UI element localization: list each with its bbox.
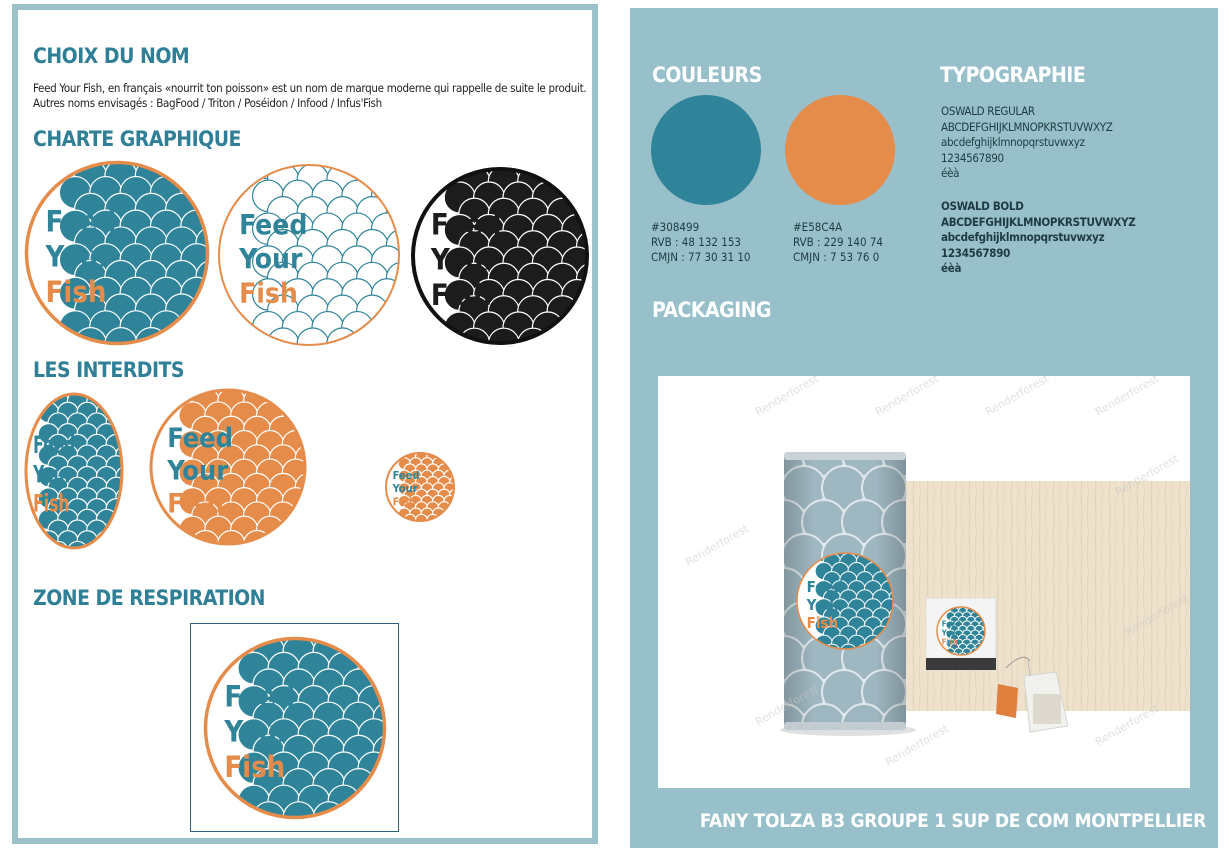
typo-bold-digits: 1234567890 <box>941 245 1010 260</box>
brand-guidelines-right-panel: COULEURS #308499 RVB : 48 132 153 CMJN :… <box>630 8 1218 848</box>
svg-text:Feed: Feed <box>33 431 75 459</box>
svg-text:Feed: Feed <box>46 204 117 238</box>
packaging-mockup-image: FeedYourFish FeedYourFish Renderforest Re… <box>683 376 1190 769</box>
svg-text:Fish: Fish <box>167 489 224 520</box>
svg-text:Your: Your <box>806 596 841 614</box>
color-orange-cmjn: CMJN : 7 53 76 0 <box>793 250 880 264</box>
svg-text:Your: Your <box>392 482 418 495</box>
swatch-teal <box>651 95 761 205</box>
color-info-teal: #308499 RVB : 48 132 153 CMJN : 77 30 31… <box>651 220 751 265</box>
svg-text:Feed: Feed <box>431 207 502 241</box>
typo-regular-upper: ABCDEFGHIJKLMNOPKRSTUVWXYZ <box>941 119 1113 134</box>
svg-text:Feed: Feed <box>393 469 420 482</box>
logo-forbidden-stretched: Feed Your Fish <box>23 391 125 555</box>
logo-teal-filled: Feed Your Fish <box>23 159 211 351</box>
svg-text:Your: Your <box>32 460 73 488</box>
svg-text:Feed: Feed <box>807 578 844 596</box>
choix-du-nom-heading: CHOIX DU NOM <box>33 44 190 68</box>
footer-credit: FANY TOLZA B3 GROUPE 1 SUP DE COM MONTPE… <box>699 810 1206 832</box>
svg-text:Renderforest: Renderforest <box>983 376 1051 419</box>
svg-text:Fish: Fish <box>224 750 285 784</box>
typo-bold-block: OSWALD BOLD ABCDEFGHIJKLMNOPKRSTUVWXYZ a… <box>941 199 1136 277</box>
typographie-heading: TYPOGRAPHIE <box>940 63 1086 87</box>
logo-teal-outline: Feed Your Fish <box>217 163 401 351</box>
typo-bold-lower: abcdefghijklmnopqrstuvwxyz <box>941 230 1105 244</box>
svg-text:Renderforest: Renderforest <box>753 376 821 419</box>
color-info-orange: #E58C4A RVB : 229 140 74 CMJN : 7 53 76 … <box>793 220 883 265</box>
charte-graphique-heading: CHARTE GRAPHIQUE <box>33 127 241 151</box>
logo-clear-space: Feed Your Fish <box>202 635 388 825</box>
svg-text:Feed: Feed <box>942 620 960 629</box>
svg-text:Your: Your <box>166 456 228 487</box>
svg-text:Renderforest: Renderforest <box>873 376 941 419</box>
typo-bold-name: OSWALD BOLD <box>941 199 1024 213</box>
logo-forbidden-orange-scales: Feed Your Fish <box>148 387 308 551</box>
svg-text:Fish: Fish <box>46 275 107 309</box>
svg-text:Fish: Fish <box>807 614 839 632</box>
typo-regular-lower: abcdefghijklmnopqrstuvwxyz <box>941 135 1085 149</box>
typo-bold-accents: éèà <box>941 261 962 275</box>
svg-text:Your: Your <box>223 715 290 749</box>
color-orange-hex: #E58C4A <box>793 220 843 234</box>
brand-guidelines-left-panel: CHOIX DU NOM Feed Your Fish, en français… <box>12 4 598 844</box>
les-interdits-heading: LES INTERDITS <box>33 358 185 382</box>
typo-regular-digits: 1234567890 <box>941 150 1004 165</box>
packaging-mockup: Feed Your Fish Feed Your Fish Renderforest Re… <box>658 376 1190 788</box>
svg-text:Fish: Fish <box>942 638 958 647</box>
svg-text:Your: Your <box>45 240 112 274</box>
logo-black: Feed Your Fish <box>409 165 591 351</box>
tea-sachet: FeedYourFish <box>925 597 997 671</box>
choix-description-line1: Feed Your Fish, en français «nourrit ton… <box>33 81 587 95</box>
typo-regular-accents: éèà <box>941 166 960 180</box>
typo-regular-block: OSWALD REGULAR ABCDEFGHIJKLMNOPKRSTUVWXY… <box>941 104 1113 182</box>
color-teal-hex: #308499 <box>651 220 700 234</box>
svg-text:Your: Your <box>430 243 497 277</box>
couleurs-heading: COULEURS <box>652 63 762 87</box>
color-teal-cmjn: CMJN : 77 30 31 10 <box>651 250 751 264</box>
svg-text:Your: Your <box>941 629 960 638</box>
color-orange-rvb: RVB : 229 140 74 <box>793 235 884 249</box>
svg-text:Feed: Feed <box>239 208 307 241</box>
typo-regular-name: OSWALD REGULAR <box>941 104 1035 118</box>
svg-text:Fish: Fish <box>33 490 69 518</box>
svg-text:Fish: Fish <box>431 278 492 312</box>
swatch-orange <box>785 95 895 205</box>
svg-text:Fish: Fish <box>239 276 298 309</box>
svg-text:Fish: Fish <box>393 496 416 509</box>
packaging-heading: PACKAGING <box>652 298 772 322</box>
svg-text:Renderforest: Renderforest <box>1093 376 1161 419</box>
svg-text:Renderforest: Renderforest <box>683 522 751 569</box>
logo-forbidden-too-small: Feed Your Fish <box>384 451 456 527</box>
typo-bold-upper: ABCDEFGHIJKLMNOPKRSTUVWXYZ <box>941 214 1136 229</box>
choix-description-line2: Autres noms envisagés : BagFood / Triton… <box>33 96 382 110</box>
svg-text:Feed: Feed <box>167 423 233 454</box>
color-teal-rvb: RVB : 48 132 153 <box>651 235 742 249</box>
svg-text:Feed: Feed <box>224 679 295 713</box>
svg-text:Your: Your <box>238 242 303 275</box>
zone-de-respiration-heading: ZONE DE RESPIRATION <box>33 586 265 610</box>
